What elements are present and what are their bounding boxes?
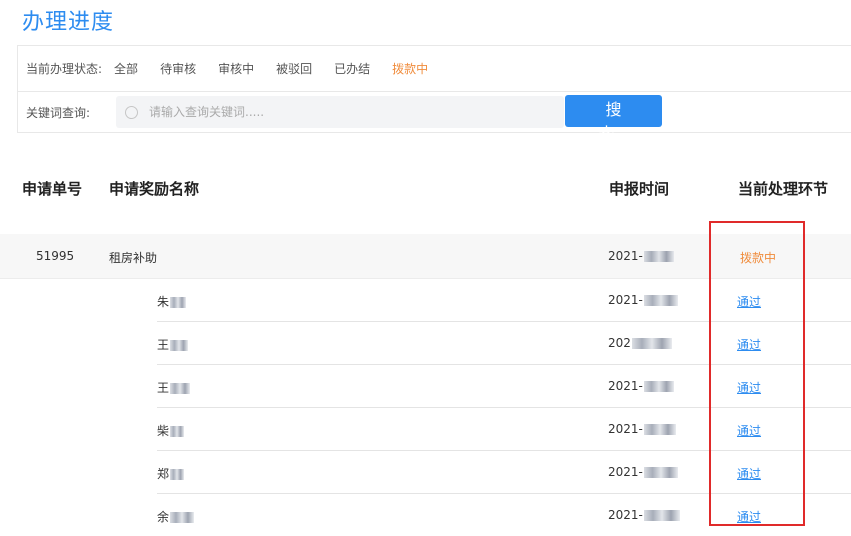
submit-date: 2021- [608, 293, 678, 307]
redacted-date-blur [643, 510, 680, 521]
submit-date: 2021- [608, 249, 674, 263]
submit-date: 202 [608, 336, 672, 350]
search-button[interactable]: 搜 索 [565, 95, 662, 143]
status-filter-row: 当前办理状态: 全部 待审核 审核中 被驳回 已办结 拨款中 [18, 46, 851, 92]
filter-option-pending-review[interactable]: 待审核 [160, 60, 196, 77]
redacted-date-blur [643, 467, 678, 478]
submit-date: 2021- [608, 422, 676, 436]
header-application-id: 申请单号 [22, 180, 83, 198]
highlight-annotation-box [709, 221, 805, 526]
redacted-name-blur [170, 426, 185, 437]
page-title: 办理进度 [22, 10, 115, 35]
filter-option-under-review[interactable]: 审核中 [218, 60, 254, 77]
applicant-name: 余 [157, 508, 195, 525]
redacted-date-blur [643, 424, 676, 435]
award-name: 租房补助 [109, 251, 158, 265]
redacted-name-blur [170, 469, 185, 480]
header-award-name: 申请奖励名称 [109, 180, 200, 198]
header-submit-time: 申报时间 [609, 180, 670, 198]
redacted-name-blur [170, 383, 191, 394]
submit-date: 2021- [608, 465, 678, 479]
filter-panel: 当前办理状态: 全部 待审核 审核中 被驳回 已办结 拨款中 关键词查询: 搜 … [17, 45, 851, 143]
redacted-name-blur [170, 340, 189, 351]
redacted-date-blur [643, 251, 674, 262]
search-field [116, 96, 564, 128]
search-icon [125, 105, 138, 119]
redacted-date-blur [643, 295, 678, 306]
submit-date: 2021- [608, 379, 674, 393]
redacted-date-blur [631, 338, 672, 349]
redacted-name-blur [170, 512, 195, 523]
status-filter-label: 当前办理状态: [26, 62, 103, 76]
applicant-name: 王 [157, 379, 191, 396]
filter-option-all[interactable]: 全部 [114, 60, 138, 77]
header-current-stage: 当前处理环节 [738, 180, 829, 198]
submit-date: 2021- [608, 508, 680, 522]
redacted-date-blur [643, 381, 674, 392]
applicant-name: 柴 [157, 422, 185, 439]
keyword-search-row: 关键词查询: 搜 索 [18, 92, 851, 143]
search-input[interactable] [147, 104, 551, 120]
keyword-search-label: 关键词查询: [26, 105, 91, 120]
filter-option-disbursing[interactable]: 拨款中 [392, 60, 428, 77]
filter-option-rejected[interactable]: 被驳回 [276, 60, 312, 77]
applicant-name: 朱 [157, 293, 187, 310]
applicant-name: 郑 [157, 465, 185, 482]
redacted-name-blur [170, 297, 187, 308]
filter-option-completed[interactable]: 已办结 [334, 60, 370, 77]
applicant-name: 王 [157, 336, 189, 353]
application-id: 51995 [36, 249, 75, 263]
